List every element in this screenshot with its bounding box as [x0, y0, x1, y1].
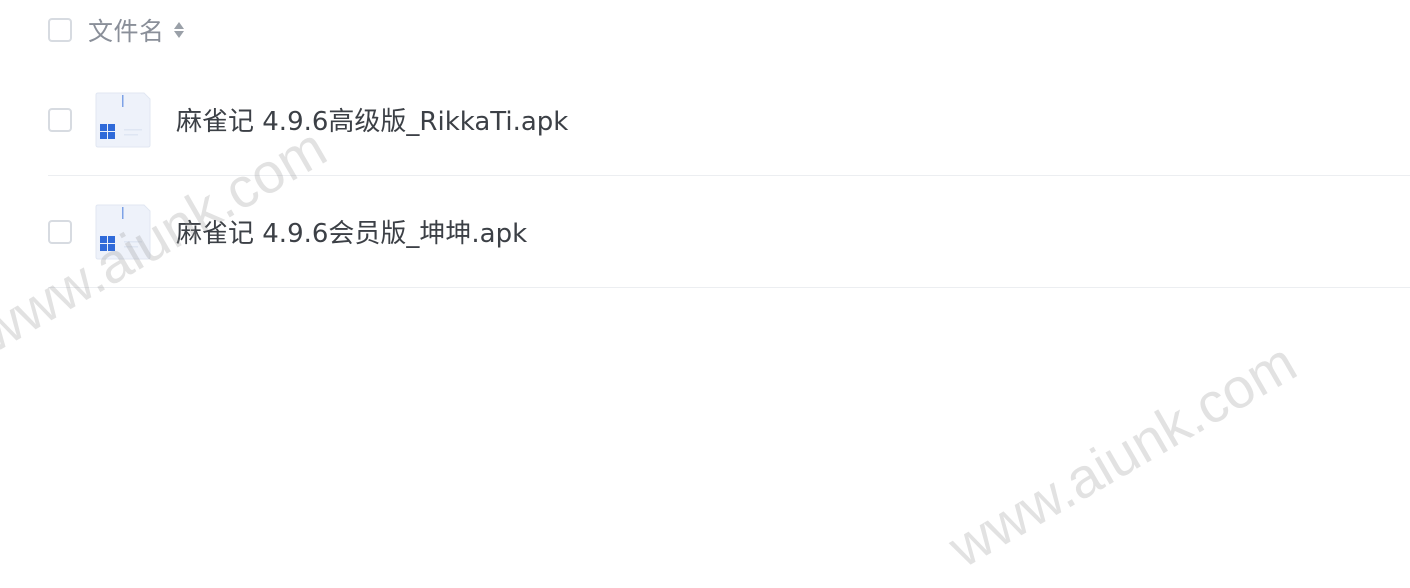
file-row[interactable]: 麻雀记 4.9.6高级版_RikkaTi.apk — [48, 64, 1410, 176]
file-list-header: 文件名 — [48, 14, 185, 46]
file-name[interactable]: 麻雀记 4.9.6高级版_RikkaTi.apk — [176, 101, 568, 138]
file-name[interactable]: 麻雀记 4.9.6会员版_坤坤.apk — [176, 213, 527, 250]
file-list-page: 文件名 麻雀记 4.9.6高级版_RikkaTi.apk 麻雀记 4.9.6会员… — [0, 0, 1410, 588]
select-all-checkbox[interactable] — [48, 18, 72, 42]
file-row-checkbox[interactable] — [48, 219, 72, 244]
file-list: 麻雀记 4.9.6高级版_RikkaTi.apk 麻雀记 4.9.6会员版_坤坤… — [48, 64, 1410, 288]
column-header-filename[interactable]: 文件名 — [88, 12, 165, 48]
file-row[interactable]: 麻雀记 4.9.6会员版_坤坤.apk — [48, 176, 1410, 288]
watermark: www.aiunk.com — [938, 330, 1307, 580]
file-row-checkbox[interactable] — [48, 107, 72, 132]
sort-icon[interactable] — [173, 18, 185, 42]
apk-file-icon — [95, 92, 151, 147]
apk-file-icon — [95, 204, 151, 259]
